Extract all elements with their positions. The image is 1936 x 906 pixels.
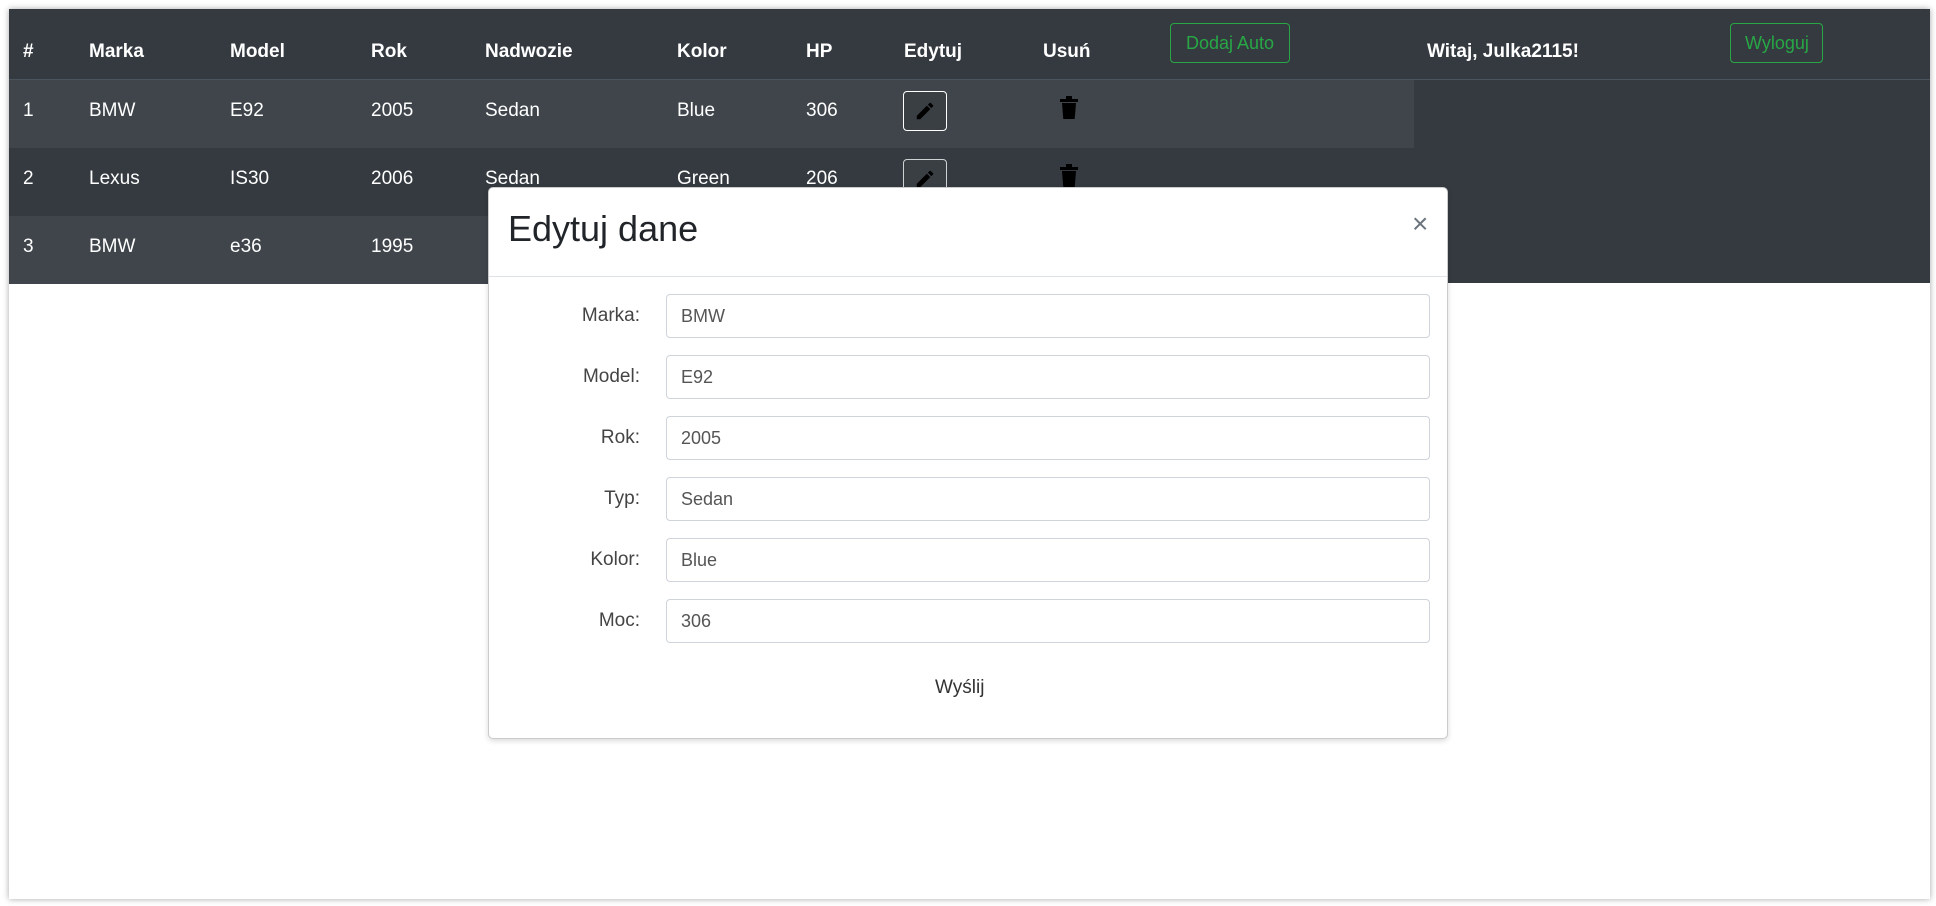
rok-input[interactable] xyxy=(666,416,1430,460)
col-header-rok: Rok xyxy=(371,41,407,62)
col-header-marka: Marka xyxy=(89,41,144,62)
cell-model: E92 xyxy=(230,100,264,121)
table-header: # Marka Model Rok Nadwozie Kolor HP Edyt… xyxy=(9,9,1930,80)
trash-icon[interactable] xyxy=(1059,96,1079,120)
cell-model: IS30 xyxy=(230,168,270,189)
app-frame: # Marka Model Rok Nadwozie Kolor HP Edyt… xyxy=(9,9,1930,899)
kolor-input[interactable] xyxy=(666,538,1430,582)
edit-button[interactable] xyxy=(903,91,947,131)
cell-model: e36 xyxy=(230,236,262,257)
cell-rok: 1995 xyxy=(371,236,414,257)
label-kolor: Kolor: xyxy=(590,549,640,570)
col-header-usun: Usuń xyxy=(1043,41,1091,62)
form-row-rok: Rok: xyxy=(489,416,1447,460)
close-icon[interactable]: × xyxy=(1412,208,1428,240)
col-header-kolor: Kolor xyxy=(677,41,727,62)
marka-input[interactable] xyxy=(666,294,1430,338)
cell-rok: 2005 xyxy=(371,100,414,121)
cell-hp: 306 xyxy=(806,100,838,121)
col-header-num: # xyxy=(23,41,34,62)
col-header-nadwozie: Nadwozie xyxy=(485,41,573,62)
welcome-text: Witaj, Julka2115! xyxy=(1427,41,1579,62)
add-car-button[interactable]: Dodaj Auto xyxy=(1170,23,1290,63)
logout-button[interactable]: Wyloguj xyxy=(1730,23,1823,63)
label-moc: Moc: xyxy=(598,610,640,631)
model-input[interactable] xyxy=(666,355,1430,399)
label-model: Model: xyxy=(582,366,640,387)
form-row-moc: Moc: xyxy=(489,599,1447,643)
cell-marka: Lexus xyxy=(89,168,140,189)
form-row-kolor: Kolor: xyxy=(489,538,1447,582)
moc-input[interactable] xyxy=(666,599,1430,643)
cell-num: 1 xyxy=(23,100,34,121)
col-header-hp: HP xyxy=(806,41,833,62)
cell-kolor: Blue xyxy=(677,100,716,121)
label-marka: Marka: xyxy=(581,305,640,326)
modal-header: Edytuj dane × xyxy=(489,188,1447,277)
cell-num: 3 xyxy=(23,236,34,257)
cell-marka: BMW xyxy=(89,236,136,257)
col-header-model: Model xyxy=(230,41,285,62)
form-row-marka: Marka: xyxy=(489,294,1447,338)
pencil-icon xyxy=(916,102,934,120)
label-typ: Typ: xyxy=(604,488,640,509)
submit-button[interactable]: Wyślij xyxy=(929,676,990,700)
cell-num: 2 xyxy=(23,168,34,189)
typ-input[interactable] xyxy=(666,477,1430,521)
modal-title: Edytuj dane xyxy=(508,208,699,249)
col-header-edytuj: Edytuj xyxy=(904,41,963,62)
cell-rok: 2006 xyxy=(371,168,414,189)
label-rok: Rok: xyxy=(600,427,640,448)
edit-modal: Edytuj dane × Marka: Model: Rok: Typ: Ko… xyxy=(488,187,1448,739)
table-row: 1 BMW E92 2005 Sedan Blue 306 xyxy=(9,80,1414,148)
form-row-model: Model: xyxy=(489,355,1447,399)
cell-nadwozie: Sedan xyxy=(485,100,540,121)
trash-icon[interactable] xyxy=(1059,164,1079,188)
form-row-typ: Typ: xyxy=(489,477,1447,521)
cell-marka: BMW xyxy=(89,100,136,121)
